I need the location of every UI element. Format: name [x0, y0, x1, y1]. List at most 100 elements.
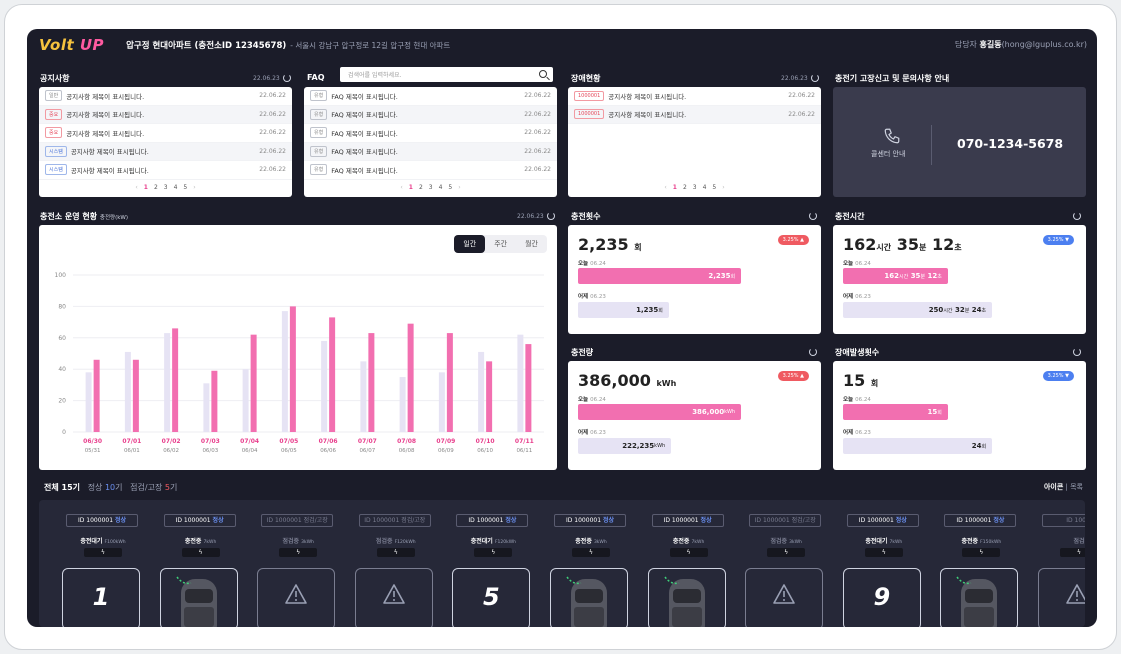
- bar-previous[interactable]: [399, 377, 406, 432]
- list-item[interactable]: 유형 FAQ 제목이 표시됩니다. 22.06.22: [304, 142, 557, 161]
- bar-current[interactable]: [93, 359, 100, 432]
- charger-card[interactable]: ID 1000001 정상 충전대기 7kWh ϟ 9: [840, 500, 928, 627]
- summary-all[interactable]: 전체 15기: [44, 483, 80, 492]
- charger-card[interactable]: ID 1000001 정상 충전중 7kWh ϟ: [157, 500, 245, 627]
- row-date: 22.06.22: [259, 110, 286, 118]
- user-info[interactable]: 담당자 홍길동(hong@lguplus.co.kr): [955, 39, 1087, 50]
- pager-page[interactable]: 4: [174, 184, 178, 191]
- charger-card[interactable]: ID 1000001 정상 충전중 3kWh ϟ: [547, 500, 635, 627]
- list-item[interactable]: 시스템 공지사항 제목이 표시됩니다. 22.06.22: [39, 161, 292, 180]
- pager-page[interactable]: 1: [673, 184, 677, 191]
- charger-card[interactable]: ID 1000 점검 ϟ: [1035, 500, 1085, 627]
- summary-fault[interactable]: 점검/고장 5기: [130, 483, 177, 492]
- count-unit: 회: [634, 243, 642, 252]
- fault-count-unit: 회: [870, 379, 879, 388]
- bar-current[interactable]: [525, 344, 532, 432]
- bar-previous[interactable]: [321, 340, 328, 432]
- pager-page[interactable]: 2: [419, 184, 423, 191]
- call-center-number[interactable]: 070-1234-5678: [957, 136, 1063, 151]
- charger-card[interactable]: ID 1000001 점검/고장 점검중 F120kWh ϟ: [352, 500, 440, 627]
- list-item[interactable]: 유형 FAQ 제목이 표시됩니다. 22.06.22: [304, 124, 557, 143]
- pager-next-icon[interactable]: ›: [458, 184, 460, 191]
- pager-page[interactable]: 4: [703, 184, 707, 191]
- pager-page[interactable]: 5: [448, 184, 452, 191]
- faq-search-input[interactable]: 검색어를 입력하세요.: [340, 67, 553, 82]
- bar-previous[interactable]: [164, 333, 171, 432]
- charger-state: 점검: [1035, 536, 1085, 545]
- pager-page[interactable]: 3: [164, 184, 168, 191]
- view-icon-button[interactable]: 아이콘: [1044, 483, 1063, 491]
- list-item[interactable]: 1000001 공지사항 제목이 표시됩니다. 22.06.22: [568, 105, 821, 124]
- x-tick-label: 07/07: [358, 438, 377, 445]
- bar-current[interactable]: [407, 323, 414, 432]
- pager-page[interactable]: 1: [409, 184, 413, 191]
- faults-date: 22.06.23: [781, 74, 819, 82]
- pager-page[interactable]: 3: [429, 184, 433, 191]
- pager-next-icon[interactable]: ›: [722, 184, 724, 191]
- bar-current[interactable]: [329, 317, 336, 432]
- bar-previous[interactable]: [478, 351, 485, 432]
- pager-page[interactable]: 4: [439, 184, 443, 191]
- list-item[interactable]: 1000001 공지사항 제목이 표시됩니다. 22.06.22: [568, 87, 821, 106]
- charger-card[interactable]: ID 1000001 정상 충전중 7kWh ϟ: [645, 500, 733, 627]
- charger-card[interactable]: ID 1000001 정상 충전대기 F100kWh ϟ 1: [59, 500, 147, 627]
- pager-page[interactable]: 5: [712, 184, 716, 191]
- charger-card[interactable]: ID 1000001 점검/고장 점검중 3kWh ϟ: [742, 500, 830, 627]
- bar-previous[interactable]: [438, 372, 445, 432]
- search-icon[interactable]: [539, 70, 547, 78]
- charger-bay: [550, 568, 628, 627]
- bar-current[interactable]: [486, 361, 493, 432]
- refresh-icon[interactable]: [810, 74, 819, 82]
- bar-previous[interactable]: [360, 361, 367, 432]
- pager-page[interactable]: 2: [683, 184, 687, 191]
- bar-current[interactable]: [211, 370, 218, 432]
- refresh-icon[interactable]: [282, 74, 291, 82]
- bar-current[interactable]: [250, 334, 257, 432]
- bar-previous[interactable]: [124, 351, 131, 432]
- bar-previous[interactable]: [281, 311, 288, 432]
- refresh-icon[interactable]: [809, 348, 817, 356]
- list-item[interactable]: 중요 공지사항 제목이 표시됩니다. 22.06.22: [39, 105, 292, 124]
- energy-title: 충전량: [571, 348, 594, 357]
- bar-previous[interactable]: [242, 369, 249, 432]
- charger-card[interactable]: ID 1000001 점검/고장 점검중 3kWh ϟ: [254, 500, 342, 627]
- today-bar: 15 회: [843, 404, 948, 420]
- charger-card[interactable]: ID 1000001 정상 충전중 F150kWh ϟ: [937, 500, 1025, 627]
- list-item[interactable]: 일반 공지사항 제목이 표시됩니다. 22.06.22: [39, 87, 292, 106]
- list-item[interactable]: 유형 FAQ 제목이 표시됩니다. 22.06.22: [304, 105, 557, 124]
- pager-prev-icon[interactable]: ‹: [664, 184, 666, 191]
- today-label: 오늘 06.24: [843, 259, 871, 267]
- refresh-icon[interactable]: [546, 212, 555, 220]
- bar-current[interactable]: [172, 328, 179, 432]
- bar-previous[interactable]: [203, 383, 210, 432]
- summary-ok[interactable]: 정상 10기: [88, 483, 123, 492]
- charger-power: F120kWh: [394, 540, 416, 545]
- list-item[interactable]: 유형 FAQ 제목이 표시됩니다. 22.06.22: [304, 87, 557, 106]
- list-item[interactable]: 유형 FAQ 제목이 표시됩니다. 22.06.22: [304, 161, 557, 180]
- bar-previous[interactable]: [85, 372, 92, 432]
- bar-previous[interactable]: [517, 334, 524, 432]
- faq-title: FAQ: [307, 73, 325, 82]
- pager-next-icon[interactable]: ›: [193, 184, 195, 191]
- bar-current[interactable]: [132, 359, 139, 432]
- bar-current[interactable]: [289, 306, 296, 432]
- pager-page[interactable]: 2: [154, 184, 158, 191]
- pager-page[interactable]: 1: [144, 184, 148, 191]
- list-item[interactable]: 중요 공지사항 제목이 표시됩니다. 22.06.22: [39, 124, 292, 143]
- pager-page[interactable]: 3: [693, 184, 697, 191]
- view-list-button[interactable]: 목록: [1070, 483, 1083, 491]
- x-tick-label: 07/02: [162, 438, 181, 445]
- x-tick-label: 07/08: [397, 438, 416, 445]
- charger-card[interactable]: ID 1000001 정상 충전대기 F120kWh ϟ 5: [449, 500, 537, 627]
- bar-current[interactable]: [368, 333, 375, 432]
- refresh-icon[interactable]: [1073, 212, 1081, 220]
- charger-id: ID 1000001 정상: [846, 514, 919, 527]
- pager-prev-icon[interactable]: ‹: [135, 184, 137, 191]
- list-item[interactable]: 시스템 공지사항 제목이 표시됩니다. 22.06.22: [39, 142, 292, 161]
- bar-current[interactable]: [446, 333, 453, 432]
- pager-prev-icon[interactable]: ‹: [400, 184, 402, 191]
- pager-page[interactable]: 5: [183, 184, 187, 191]
- logo[interactable]: Volt UP: [39, 36, 104, 54]
- refresh-icon[interactable]: [809, 212, 817, 220]
- refresh-icon[interactable]: [1073, 348, 1081, 356]
